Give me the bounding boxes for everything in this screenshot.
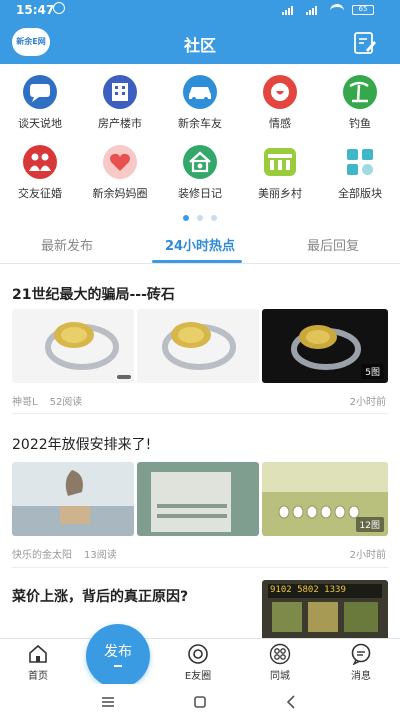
heart-face-icon: [258, 74, 302, 110]
back-icon[interactable]: [282, 692, 302, 712]
bottom-nav: 首页 E友圈 同城 消息: [0, 638, 400, 684]
signal-icon: [306, 6, 324, 15]
publish-label: 发布: [104, 644, 132, 660]
active-tab-indicator: [152, 260, 242, 263]
battery-icon: 65: [352, 5, 374, 15]
publish-underline: [114, 665, 122, 667]
publish-button[interactable]: 发布: [86, 624, 150, 688]
home-icon: [178, 144, 222, 180]
system-nav-bar: [0, 684, 400, 720]
image-count-badge: 5图: [361, 364, 384, 379]
signal-icon: [282, 6, 300, 15]
nav-same-city[interactable]: 同城: [250, 639, 310, 685]
fishing-icon: [338, 74, 382, 110]
post-image[interactable]: [137, 462, 259, 536]
app-screen: 15:47 65 新余E网 社区 谈天说地 房产楼市 新余车友 情感 钓鱼 交友…: [0, 0, 400, 720]
post-image[interactable]: [12, 309, 134, 383]
category-item[interactable]: 情感: [240, 64, 320, 132]
post-image[interactable]: [137, 309, 259, 383]
category-label: 谈天说地: [18, 117, 62, 130]
post-card[interactable]: 2022年放假安排来了! 12图 快乐的金太阳 13阅读 2小时前: [0, 416, 400, 568]
menu-icon[interactable]: [98, 692, 118, 712]
category-grid: 谈天说地 房产楼市 新余车友 情感 钓鱼 交友征婚 新余妈妈圈 装修日记 美丽乡…: [0, 64, 400, 221]
page-dot: [211, 215, 217, 221]
category-label: 装修日记: [178, 187, 222, 200]
category-label: 新余车友: [178, 117, 222, 130]
post-reads: 13阅读: [84, 550, 117, 561]
edit-post-icon[interactable]: [352, 30, 378, 56]
village-icon: [258, 144, 302, 180]
nav-label: E友圈: [184, 671, 212, 682]
post-author[interactable]: 神哥L: [12, 397, 38, 408]
category-item[interactable]: 全部版块: [320, 134, 400, 202]
nav-e-circle[interactable]: E友圈: [168, 639, 228, 685]
mom-heart-icon: [98, 144, 142, 180]
wifi-icon: [330, 4, 344, 14]
message-icon: [350, 643, 372, 666]
post-title[interactable]: 21世纪最大的骗局---砖石: [12, 284, 175, 304]
grid-circle-icon: [269, 643, 291, 665]
post-author[interactable]: 快乐的金太阳: [12, 550, 72, 561]
tab-last-reply[interactable]: 最后回复: [266, 235, 400, 254]
nav-label: 首页: [28, 671, 48, 682]
category-item[interactable]: 房产楼市: [80, 64, 160, 132]
post-meta: 神哥L 52阅读: [12, 393, 82, 408]
post-card[interactable]: 菜价上涨，背后的真正原因? 9102 5802 1339: [0, 570, 400, 638]
post-card[interactable]: 21世纪最大的骗局---砖石 5图 神哥L 52阅读 2小时前: [0, 266, 400, 414]
category-item[interactable]: 交友征婚: [0, 134, 80, 202]
category-item[interactable]: 装修日记: [160, 134, 240, 202]
chat-icon: [18, 74, 62, 110]
category-item[interactable]: 钓鱼: [320, 64, 400, 132]
category-item[interactable]: 新余车友: [160, 64, 240, 132]
post-reads: 52阅读: [49, 397, 83, 408]
page-title: 社区: [183, 36, 216, 55]
page-dot-active: [183, 215, 189, 221]
building-icon: [98, 74, 142, 110]
status-bar: 15:47 65: [0, 0, 400, 22]
category-item[interactable]: 谈天说地: [0, 64, 80, 132]
category-label: 钓鱼: [349, 117, 371, 130]
category-item[interactable]: 美丽乡村: [240, 134, 320, 202]
post-image[interactable]: 12图: [262, 462, 388, 536]
post-image[interactable]: [12, 462, 134, 536]
status-time: 15:47: [16, 3, 55, 17]
home-nav-icon: [27, 643, 49, 665]
post-time: 2小时前: [349, 550, 386, 561]
tab-24h-hot[interactable]: 24小时热点: [133, 235, 267, 254]
divider: [12, 567, 388, 568]
nav-home[interactable]: 首页: [8, 639, 68, 685]
category-label: 新余妈妈圈: [92, 187, 148, 200]
post-title[interactable]: 菜价上涨，背后的真正原因?: [12, 586, 188, 606]
category-label: 美丽乡村: [258, 187, 302, 200]
grid-icon: [338, 144, 382, 180]
home-square-icon[interactable]: [190, 692, 210, 712]
post-time: 2小时前: [349, 397, 386, 408]
nav-label: 消息: [351, 671, 371, 682]
camera-circle-icon: [187, 643, 209, 665]
feed-tabs: 最新发布 24小时热点 最后回复: [0, 222, 400, 264]
nav-messages[interactable]: 消息: [331, 639, 391, 685]
post-title[interactable]: 2022年放假安排来了!: [12, 434, 151, 454]
header-bar: 15:47 65 新余E网 社区: [0, 0, 400, 64]
post-feed: 21世纪最大的骗局---砖石 5图 神哥L 52阅读 2小时前 2022年放假安…: [0, 266, 400, 638]
nav-label: 同城: [270, 671, 290, 682]
category-label: 情感: [269, 117, 291, 130]
category-label: 交友征婚: [18, 187, 62, 200]
post-image[interactable]: 5图: [262, 309, 388, 383]
couple-icon: [18, 144, 62, 180]
price-sign-text: 9102 5802 1339: [270, 585, 346, 595]
category-label: 房产楼市: [98, 117, 142, 130]
image-count-badge: 12图: [355, 517, 384, 532]
post-meta: 快乐的金太阳 13阅读: [12, 546, 117, 561]
car-icon: [178, 74, 222, 110]
post-image[interactable]: 9102 5802 1339: [262, 580, 388, 638]
category-item[interactable]: 新余妈妈圈: [80, 134, 160, 202]
page-dot: [197, 215, 203, 221]
category-label: 全部版块: [338, 187, 382, 200]
tab-latest[interactable]: 最新发布: [0, 235, 134, 254]
alarm-icon: [53, 2, 65, 14]
divider: [12, 413, 388, 414]
